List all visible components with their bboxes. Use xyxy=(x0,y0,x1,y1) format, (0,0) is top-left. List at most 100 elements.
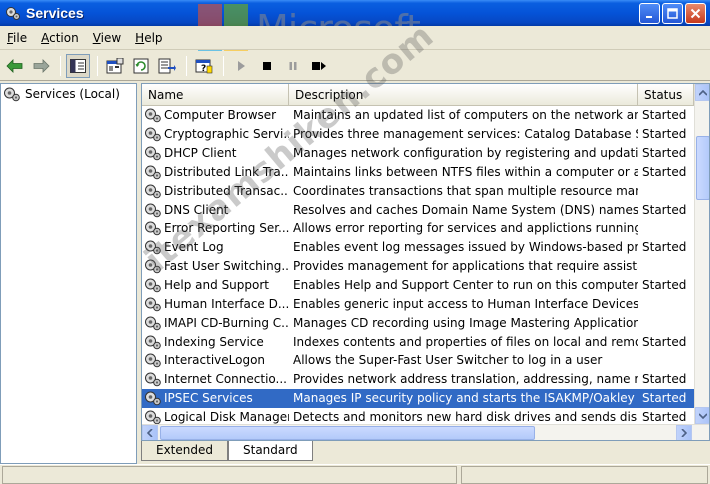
table-row[interactable]: Error Reporting Ser... Allows error repor… xyxy=(142,219,694,238)
service-name-cell: Internet Connectio... xyxy=(142,371,289,387)
service-gear-icon xyxy=(145,221,161,236)
chevron-down-icon xyxy=(699,412,707,419)
export-list-button[interactable] xyxy=(155,54,179,78)
service-gear-icon xyxy=(145,353,161,368)
table-row[interactable]: Computer Browser Maintains an updated lis… xyxy=(142,106,694,125)
service-name: Cryptographic Servi... xyxy=(164,127,289,142)
services-rows: Computer Browser Maintains an updated lis… xyxy=(142,106,694,426)
scroll-left-button[interactable] xyxy=(142,425,158,440)
table-row[interactable]: Distributed Transac... Coordinates transa… xyxy=(142,181,694,200)
service-description: Manages CD recording using Image Masteri… xyxy=(293,315,638,330)
table-row[interactable]: Fast User Switching... Provides managemen… xyxy=(142,257,694,276)
service-status: Started xyxy=(642,164,687,179)
properties-button[interactable] xyxy=(103,54,127,78)
start-service-button[interactable] xyxy=(229,54,253,78)
table-row[interactable]: Human Interface D... Enables generic inpu… xyxy=(142,294,694,313)
show-hide-tree-button[interactable] xyxy=(66,53,90,78)
window-title: Services xyxy=(26,5,84,21)
services-gear-icon xyxy=(4,5,21,22)
toolbar-separator xyxy=(97,55,98,76)
scroll-down-button[interactable] xyxy=(695,407,709,424)
menu-help[interactable]: Help xyxy=(128,31,169,45)
horizontal-scroll-thumb[interactable] xyxy=(160,426,535,440)
column-header-description[interactable]: Description xyxy=(289,84,638,105)
service-status: Started xyxy=(642,146,687,161)
table-row[interactable]: DHCP Client Manages network configuration… xyxy=(142,144,694,163)
vertical-scrollbar[interactable] xyxy=(694,84,709,424)
service-description: Provides management for applications tha… xyxy=(293,259,638,274)
status-cell xyxy=(461,466,708,484)
forward-arrow-icon xyxy=(33,58,50,73)
pause-service-button[interactable] xyxy=(281,54,305,78)
service-description: Provides three management services: Cata… xyxy=(293,127,638,142)
toolbar: ? xyxy=(0,51,710,81)
service-description: Enables event log messages issued by Win… xyxy=(293,240,638,255)
minimize-button[interactable] xyxy=(639,3,660,24)
service-gear-icon xyxy=(145,335,161,349)
vertical-scroll-thumb[interactable] xyxy=(696,136,709,200)
menu-action[interactable]: Action xyxy=(34,31,86,45)
table-row[interactable]: Indexing Service Indexes contents and pro… xyxy=(142,332,694,351)
restart-service-icon xyxy=(312,61,326,70)
service-name: Internet Connectio... xyxy=(164,372,287,387)
service-name-cell: Cryptographic Servi... xyxy=(142,126,289,142)
service-name: IMAPI CD-Burning C... xyxy=(164,315,289,330)
back-button[interactable] xyxy=(3,54,27,78)
stop-service-button[interactable] xyxy=(255,54,279,78)
forward-button[interactable] xyxy=(29,54,53,78)
help-button[interactable]: ? xyxy=(192,54,216,78)
chevron-right-icon xyxy=(681,429,687,437)
chevron-left-icon xyxy=(147,429,153,437)
list-header: Name Description Status xyxy=(142,84,694,106)
scroll-up-button[interactable] xyxy=(695,84,709,101)
export-list-icon xyxy=(158,58,176,73)
table-row[interactable]: Cryptographic Servi... Provides three man… xyxy=(142,125,694,144)
refresh-button[interactable] xyxy=(129,54,153,78)
table-row[interactable]: Distributed Link Tra... Maintains links b… xyxy=(142,163,694,182)
service-name: Computer Browser xyxy=(164,108,277,123)
help-icon: ? xyxy=(195,59,213,74)
services-list-pane: Name Description Status Computer Browser… xyxy=(141,83,710,441)
service-name: Event Log xyxy=(164,240,224,255)
menu-file[interactable]: File xyxy=(0,31,34,45)
table-row[interactable]: InteractiveLogon Allows the Super-Fast Us… xyxy=(142,351,694,370)
table-row[interactable]: DNS Client Resolves and caches Domain Nam… xyxy=(142,200,694,219)
tab-standard[interactable]: Standard xyxy=(228,441,313,461)
menu-view[interactable]: View xyxy=(86,31,128,45)
back-arrow-icon xyxy=(6,58,23,73)
service-description: Indexes contents and properties of files… xyxy=(293,334,638,349)
service-description: Coordinates transactions that span multi… xyxy=(293,183,638,198)
service-name-cell: IMAPI CD-Burning C... xyxy=(142,315,289,331)
service-name: InteractiveLogon xyxy=(164,353,266,368)
table-row[interactable]: Help and Support Enables Help and Support… xyxy=(142,276,694,295)
service-gear-icon xyxy=(145,259,161,274)
table-row[interactable]: IMAPI CD-Burning C... Manages CD recordin… xyxy=(142,313,694,332)
status-bar xyxy=(0,464,710,484)
service-name-cell: IPSEC Services xyxy=(142,390,289,406)
svg-text:?: ? xyxy=(201,64,206,74)
service-gear-icon xyxy=(145,410,161,425)
close-button[interactable] xyxy=(685,3,706,24)
tab-extended[interactable]: Extended xyxy=(141,441,228,461)
service-name: Fast User Switching... xyxy=(164,259,289,274)
service-name: DHCP Client xyxy=(164,146,237,161)
table-row[interactable]: IPSEC Services Manages IP security policy… xyxy=(142,388,694,408)
restart-service-button[interactable] xyxy=(307,54,331,78)
service-name-cell: Fast User Switching... xyxy=(142,258,289,274)
table-row[interactable]: Event Log Enables event log messages issu… xyxy=(142,238,694,257)
column-header-name[interactable]: Name xyxy=(142,84,289,105)
pause-service-icon xyxy=(289,61,297,70)
maximize-button[interactable] xyxy=(662,3,683,24)
service-name-cell: DNS Client xyxy=(142,202,289,218)
horizontal-scrollbar[interactable] xyxy=(142,424,709,440)
refresh-icon xyxy=(133,58,149,73)
toolbar-separator xyxy=(223,55,224,76)
tree-node-services-local[interactable]: Services (Local) xyxy=(1,84,136,104)
scroll-right-button[interactable] xyxy=(676,425,692,440)
service-gear-icon xyxy=(145,391,161,406)
service-name-cell: Distributed Transac... xyxy=(142,183,289,199)
table-row[interactable]: Internet Connectio... Provides network ad… xyxy=(142,370,694,389)
service-name: Error Reporting Ser... xyxy=(164,221,289,236)
column-header-status[interactable]: Status xyxy=(638,84,694,105)
service-gear-icon xyxy=(145,278,161,293)
